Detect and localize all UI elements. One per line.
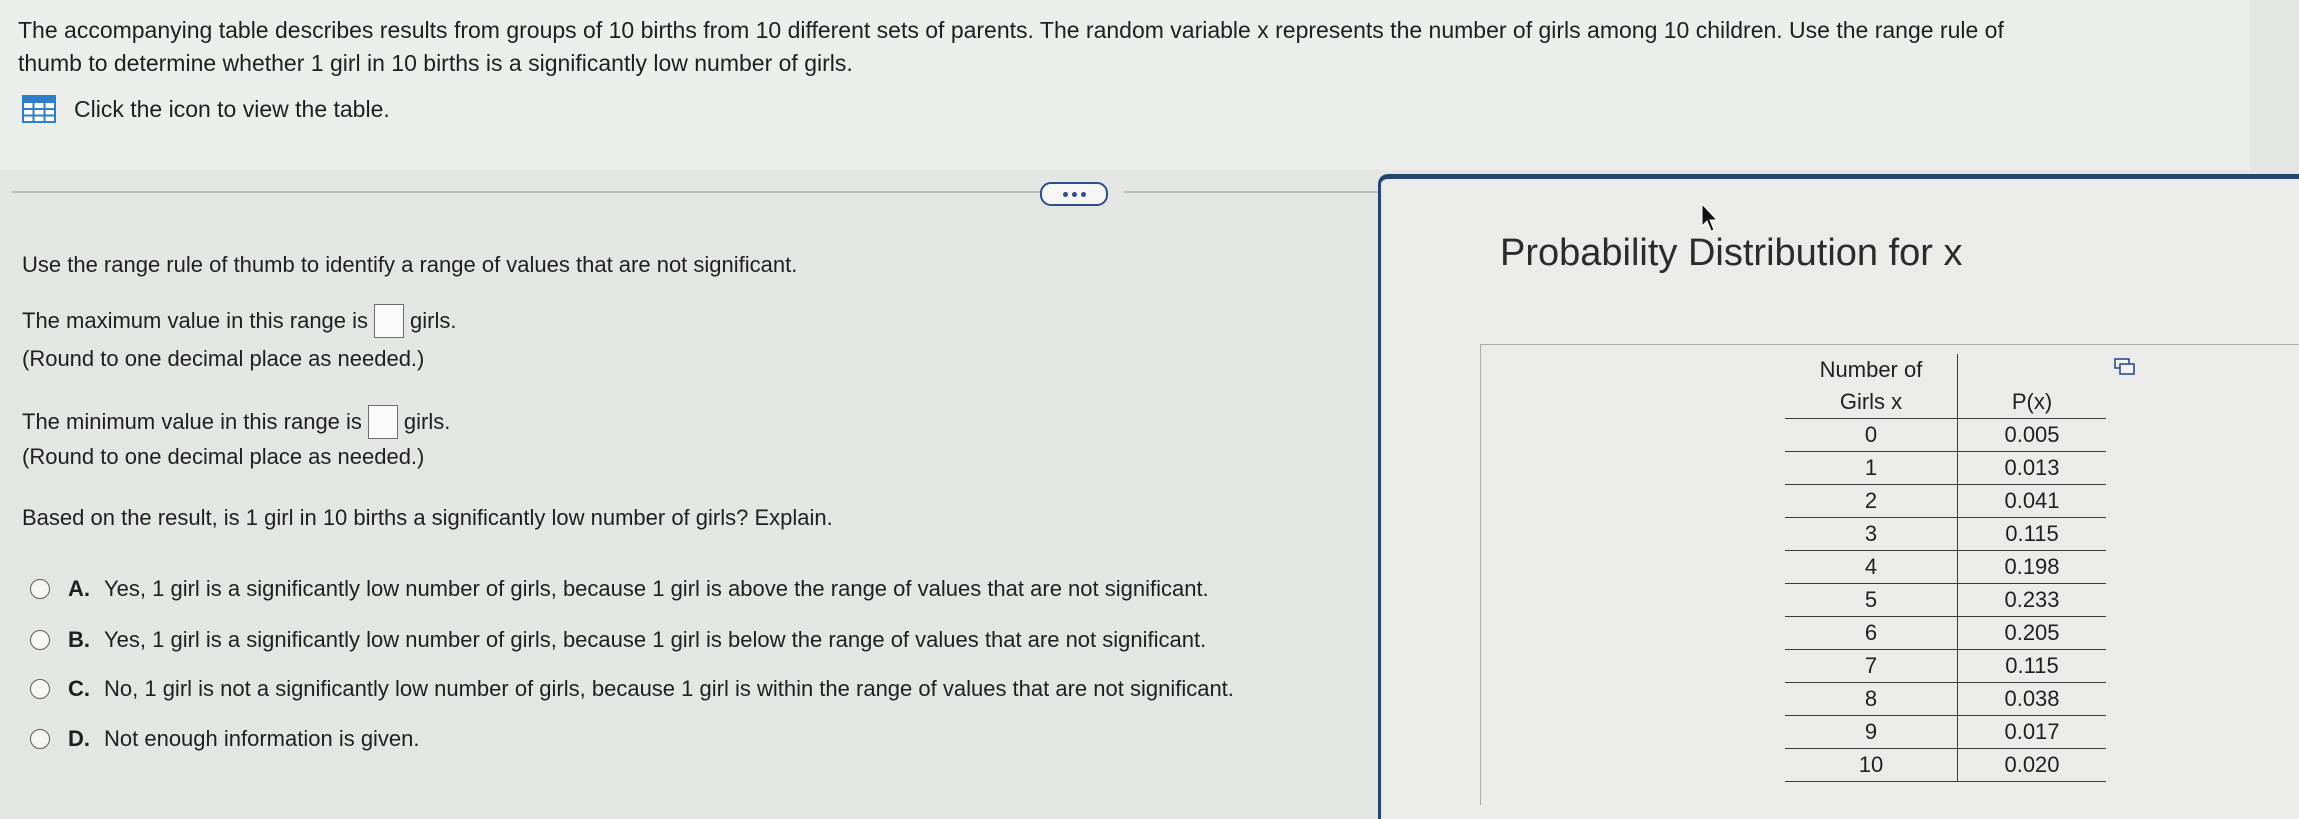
probability-table-container: Number of Girls x P(x) 0 0.005 1 0.013 2…	[1785, 354, 2106, 782]
option-b[interactable]: B. Yes, 1 girl is a significantly low nu…	[30, 627, 1206, 653]
cell-x: 6	[1785, 616, 1958, 650]
cell-p: 0.198	[1957, 550, 2106, 584]
table-row: 6 0.205	[1785, 616, 2106, 650]
cell-p: 0.041	[1957, 484, 2106, 518]
cell-x: 4	[1785, 550, 1958, 584]
instruction-text: Use the range rule of thumb to identify …	[22, 252, 798, 277]
max-value-row: The maximum value in this range is girls…	[22, 304, 456, 338]
max-hint: (Round to one decimal place as needed.)	[22, 346, 425, 371]
copy-icon[interactable]	[2114, 358, 2136, 376]
table-row: 7 0.115	[1785, 649, 2106, 683]
divider	[12, 191, 1052, 193]
panel-title: Probability Distribution for x	[1500, 232, 1963, 274]
cell-p: 0.005	[1957, 418, 2106, 452]
max-suffix: girls.	[410, 308, 457, 333]
option-letter: A.	[68, 576, 90, 601]
option-c[interactable]: C. No, 1 girl is not a significantly low…	[30, 676, 1234, 702]
min-hint: (Round to one decimal place as needed.)	[22, 444, 425, 469]
option-a[interactable]: A. Yes, 1 girl is a significantly low nu…	[30, 576, 1209, 602]
cell-x: 9	[1785, 715, 1958, 749]
option-letter: B.	[68, 627, 90, 652]
cell-x: 8	[1785, 682, 1958, 716]
option-text[interactable]: Yes, 1 girl is a significantly low numbe…	[104, 576, 1209, 602]
ellipsis-icon[interactable]	[1040, 182, 1108, 206]
cell-p: 0.038	[1957, 682, 2106, 716]
table-row: 9 0.017	[1785, 715, 2106, 749]
table-row: 2 0.041	[1785, 484, 2106, 518]
table-row: 8 0.038	[1785, 682, 2106, 716]
min-prefix: The minimum value in this range is	[22, 409, 362, 434]
table-row: 1 0.013	[1785, 451, 2106, 485]
question-text: The accompanying table describes results…	[18, 14, 2218, 80]
table-row: 5 0.233	[1785, 583, 2106, 617]
radio-button[interactable]	[30, 579, 50, 599]
table-row: 3 0.115	[1785, 517, 2106, 551]
cell-p: 0.115	[1957, 517, 2106, 551]
min-answer-input[interactable]	[367, 405, 398, 439]
cell-x: 7	[1785, 649, 1958, 683]
table-header-row: Number of Girls x P(x)	[1785, 354, 2106, 419]
cell-x: 5	[1785, 583, 1958, 617]
option-d[interactable]: D. Not enough information is given.	[30, 726, 420, 752]
option-letter: C.	[68, 676, 90, 701]
max-answer-input[interactable]	[374, 304, 405, 338]
table-row: 4 0.198	[1785, 550, 2106, 584]
cell-p: 0.020	[1957, 748, 2106, 782]
header-line-1: Number of	[1819, 357, 1923, 382]
mouse-pointer-icon	[1701, 202, 1719, 232]
cell-x: 3	[1785, 517, 1958, 551]
explain-question: Based on the result, is 1 girl in 10 bir…	[22, 505, 833, 530]
table-icon[interactable]	[22, 95, 56, 123]
cell-x: 1	[1785, 451, 1958, 485]
cell-p: 0.017	[1957, 715, 2106, 749]
question-line-2: thumb to determine whether 1 girl in 10 …	[18, 50, 853, 76]
view-table-label[interactable]: Click the icon to view the table.	[74, 96, 390, 123]
header-line-2: Girls x	[1839, 389, 1903, 414]
table-row: 0 0.005	[1785, 418, 2106, 452]
cell-x: 0	[1785, 418, 1958, 452]
option-text[interactable]: Yes, 1 girl is a significantly low numbe…	[104, 627, 1206, 653]
probability-table: Number of Girls x P(x) 0 0.005 1 0.013 2…	[1785, 354, 2106, 782]
view-table-link[interactable]: Click the icon to view the table.	[22, 95, 390, 123]
min-suffix: girls.	[403, 409, 451, 434]
table-row: 10 0.020	[1785, 748, 2106, 782]
cell-p: 0.115	[1957, 649, 2106, 683]
option-text[interactable]: Not enough information is given.	[104, 726, 420, 752]
radio-button[interactable]	[30, 630, 50, 650]
header-number-of-girls: Number of Girls x	[1785, 354, 1958, 419]
cell-p: 0.013	[1957, 451, 2106, 485]
cell-x: 10	[1785, 748, 1958, 782]
cell-p: 0.205	[1957, 616, 2106, 650]
option-text[interactable]: No, 1 girl is not a significantly low nu…	[104, 676, 1234, 702]
max-prefix: The maximum value in this range is	[22, 308, 369, 333]
radio-button[interactable]	[30, 679, 50, 699]
cell-p: 0.233	[1957, 583, 2106, 617]
option-letter: D.	[68, 726, 90, 751]
header-px: P(x)	[1957, 354, 2106, 419]
min-value-row: The minimum value in this range is girls…	[22, 405, 450, 439]
question-line-1: The accompanying table describes results…	[18, 17, 2004, 43]
divider	[1124, 191, 1380, 193]
cell-x: 2	[1785, 484, 1958, 518]
radio-button[interactable]	[30, 729, 50, 749]
